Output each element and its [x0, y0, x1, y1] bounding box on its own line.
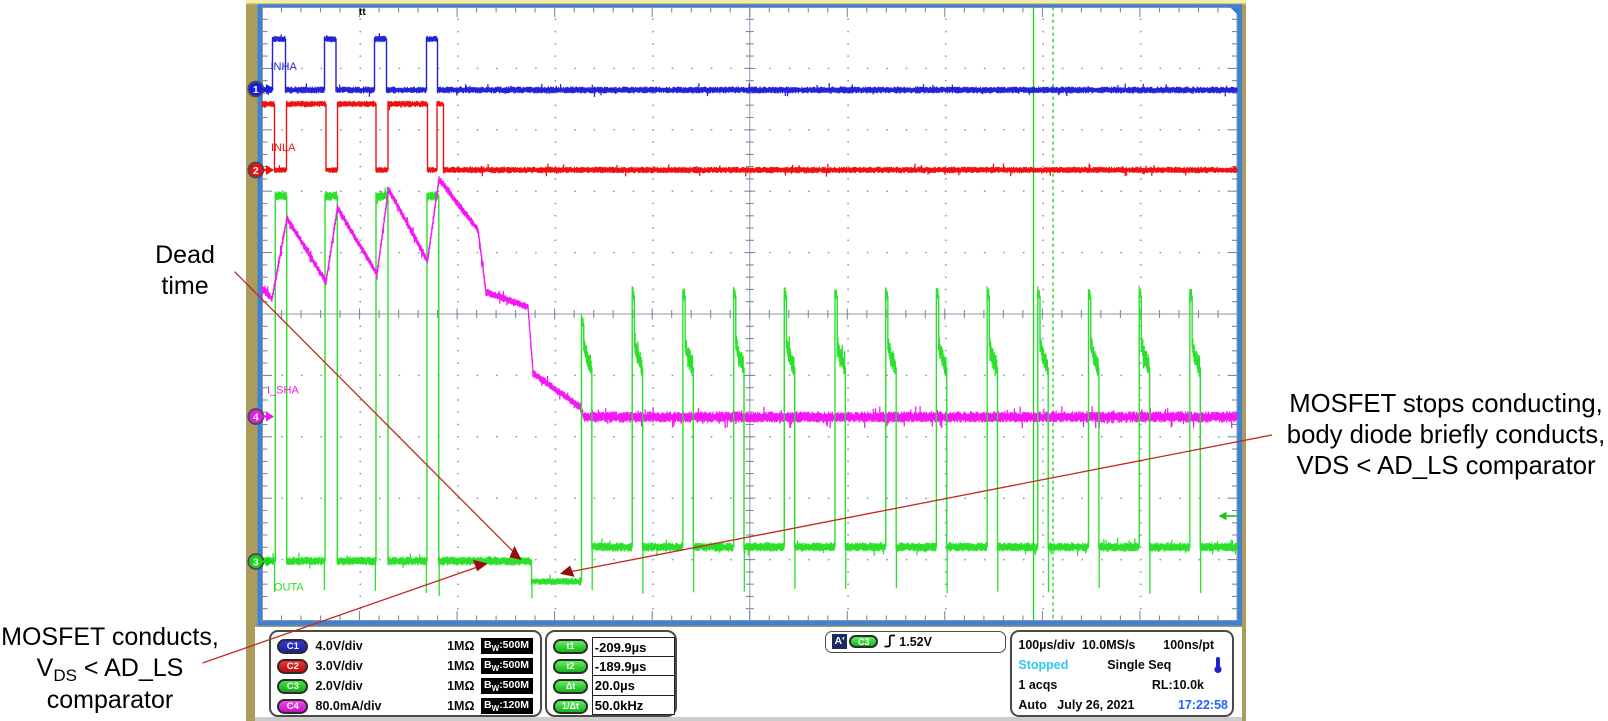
svg-text:OUTA: OUTA: [274, 582, 304, 594]
svg-text:tt: tt: [359, 7, 366, 18]
svg-text:INHA: INHA: [271, 61, 298, 73]
svg-text:I_SHA: I_SHA: [267, 385, 299, 397]
svg-text:1: 1: [253, 84, 259, 96]
svg-text:4: 4: [253, 412, 259, 424]
svg-text:INLA: INLA: [271, 142, 296, 154]
svg-text:2: 2: [253, 165, 259, 177]
svg-text:3: 3: [253, 557, 259, 569]
